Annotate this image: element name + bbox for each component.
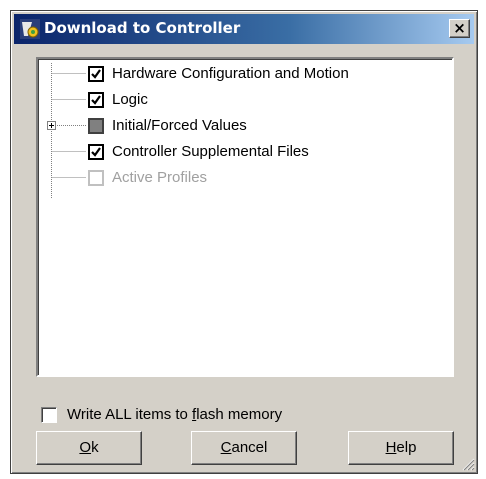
- tree-item-label: Hardware Configuration and Motion: [112, 65, 349, 82]
- download-dialog: Download to Controller × Hardware Config…: [10, 10, 478, 474]
- dialog-title: Download to Controller: [44, 19, 241, 37]
- help-button[interactable]: Help: [348, 431, 454, 465]
- title-bar[interactable]: Download to Controller ×: [14, 14, 474, 44]
- ok-button[interactable]: Ok: [36, 431, 142, 465]
- tree-item-label: Logic: [112, 91, 148, 108]
- checkbox-disabled-icon: [88, 170, 104, 186]
- cancel-button[interactable]: Cancel: [191, 431, 297, 465]
- close-button[interactable]: ×: [449, 19, 470, 38]
- tree-item-label: Controller Supplemental Files: [112, 143, 309, 160]
- checkbox-checked-icon[interactable]: [88, 92, 104, 108]
- checkbox-checked-icon[interactable]: [88, 144, 104, 160]
- checkbox-indeterminate-icon[interactable]: [88, 118, 104, 134]
- checkbox-checked-icon[interactable]: [88, 66, 104, 82]
- write-flash-label: Write ALL items to flash memory: [67, 406, 283, 423]
- controller-app-icon: [20, 19, 40, 39]
- download-items-tree[interactable]: Hardware Configuration and Motion Logic …: [36, 57, 454, 377]
- close-icon: ×: [453, 19, 466, 37]
- expand-icon[interactable]: [47, 121, 56, 130]
- write-flash-checkbox[interactable]: [41, 407, 57, 423]
- tree-item-label: Initial/Forced Values: [112, 117, 247, 134]
- resize-grip-icon[interactable]: [461, 457, 475, 471]
- tree-item-label: Active Profiles: [112, 169, 208, 186]
